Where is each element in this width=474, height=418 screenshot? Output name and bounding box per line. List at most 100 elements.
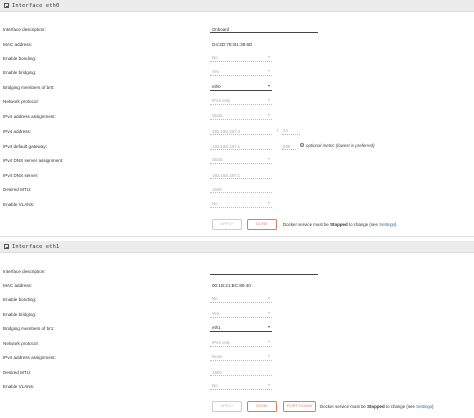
netmask-select[interactable]: 24	[282, 126, 300, 135]
field-label: IPv4 address assignment:	[3, 114, 56, 119]
apply-button[interactable]: APPLY	[212, 219, 242, 230]
field-label: Enable VLANs:	[3, 384, 35, 389]
row-mac-address: MAC address: 00:1B:21:BC:89:40	[0, 280, 474, 294]
row-network-protocol: Network protocol: IPv4 only	[0, 338, 474, 352]
row-desired-mtu: Desired MTU: 1500	[0, 367, 474, 381]
select-value: IPv4 only	[212, 98, 231, 103]
ipv4-address-input[interactable]: 192.168.187.2	[210, 127, 272, 135]
field-label: IPv4 DNS server assignment:	[3, 158, 64, 163]
docker-notice: Docker service must be Stopped to change…	[283, 222, 397, 227]
field-label: Network protocol:	[3, 99, 39, 104]
mac-address-value: 00:1B:21:BC:89:40	[212, 283, 251, 288]
field-label: Desired MTU:	[3, 370, 32, 375]
network-protocol-select[interactable]: IPv4 only	[210, 96, 272, 105]
mtu-input[interactable]: 1500	[210, 185, 272, 193]
row-ipv4-default-gateway: IPv4 default gateway: 192.168.187.1 209 …	[0, 141, 474, 155]
select-value: No	[212, 201, 218, 206]
bridging-members-select[interactable]: eth0	[210, 82, 272, 91]
collapse-toggle-icon[interactable]	[4, 3, 9, 8]
dns-server-input[interactable]: 192.168.187.1	[210, 171, 272, 179]
row-interface-description: Interface description:	[0, 266, 474, 280]
section-title: Interface eth1	[12, 244, 60, 250]
select-value: No	[212, 383, 218, 388]
row-mac-address: MAC address: D4:3D:7E:B1:39:6D	[0, 39, 474, 53]
notice-text: )	[432, 404, 434, 409]
network-protocol-select[interactable]: IPv4 only	[210, 338, 272, 347]
field-label: Interface description:	[3, 27, 46, 32]
field-label: IPv4 address:	[3, 129, 32, 134]
enable-bonding-select[interactable]: No	[210, 53, 272, 62]
field-label: IPv4 DNS server:	[3, 173, 39, 178]
row-ipv4-address-assignment: IPv4 address assignment: None	[0, 352, 474, 366]
field-label: MAC address:	[3, 42, 33, 47]
section-header-eth1[interactable]: Interface eth1	[0, 241, 474, 253]
field-label: Bridging members of br0:	[3, 85, 55, 90]
row-enable-vlans: Enable VLANs: No	[0, 199, 474, 213]
info-icon: i	[300, 143, 304, 147]
select-value: Yes	[212, 311, 220, 316]
settings-link[interactable]: Settings	[379, 222, 395, 227]
done-button[interactable]: DONE	[247, 401, 277, 412]
select-value: No	[212, 296, 218, 301]
row-desired-mtu: Desired MTU: 1500	[0, 184, 474, 198]
chevron-down-icon	[268, 85, 270, 87]
interface-description-input[interactable]	[210, 267, 318, 275]
select-value: 24	[283, 128, 288, 133]
field-label: Enable bonding:	[3, 56, 37, 61]
notice-text: to change (see	[347, 222, 380, 227]
port-down-button[interactable]: PORT DOWN	[283, 401, 316, 412]
section-header-eth0[interactable]: Interface eth0	[0, 0, 474, 12]
field-label: MAC address:	[3, 283, 33, 288]
ipv4-assignment-select[interactable]: None	[210, 352, 272, 361]
mac-address-value: D4:3D:7E:B1:39:6D	[212, 42, 253, 47]
section-divider	[0, 236, 474, 237]
row-network-protocol: Network protocol: IPv4 only	[0, 96, 474, 110]
gateway-input[interactable]: 192.168.187.1	[210, 142, 272, 150]
row-interface-description: Interface description: Onboard	[0, 24, 474, 38]
netmask-separator: /	[277, 128, 279, 133]
chevron-down-icon	[268, 202, 270, 204]
select-value: No	[212, 55, 218, 60]
row-dns-server: IPv4 DNS server: 192.168.187.1	[0, 170, 474, 184]
field-label: Desired MTU:	[3, 187, 32, 192]
dns-assignment-select[interactable]: Static	[210, 155, 272, 164]
row-dns-assignment: IPv4 DNS server assignment: Static	[0, 155, 474, 169]
metric-hint: optional metric (lowest is preferred)	[306, 143, 375, 148]
notice-text: )	[395, 222, 397, 227]
chevron-down-icon	[268, 384, 270, 386]
apply-button[interactable]: APPLY	[212, 401, 242, 412]
row-ipv4-address: IPv4 address: 192.168.187.2 / 24	[0, 126, 474, 140]
enable-bridging-select[interactable]: Yes	[210, 309, 272, 318]
bridging-members-select[interactable]: eth1	[210, 323, 272, 332]
enable-vlans-select[interactable]: No	[210, 199, 272, 208]
mtu-input[interactable]: 1500	[210, 368, 272, 376]
row-bridging-members: Bridging members of br1: eth1	[0, 323, 474, 337]
field-label: Enable bonding:	[3, 297, 37, 302]
field-label: Network protocol:	[3, 341, 39, 346]
row-enable-bonding: Enable bonding: No	[0, 53, 474, 67]
ipv4-assignment-select[interactable]: Static	[210, 111, 272, 120]
field-label: IPv4 address assignment:	[3, 355, 56, 360]
collapse-toggle-icon[interactable]	[4, 244, 9, 249]
field-label: Enable VLANs:	[3, 202, 35, 207]
done-button[interactable]: DONE	[247, 219, 277, 230]
notice-text: to change (see	[384, 404, 417, 409]
enable-bonding-select[interactable]: No	[210, 294, 272, 303]
enable-vlans-select[interactable]: No	[210, 381, 272, 390]
chevron-down-icon	[268, 158, 270, 160]
interface-description-input[interactable]: Onboard	[210, 25, 318, 33]
section-title: Interface eth0	[12, 3, 60, 9]
chevron-down-icon	[268, 297, 270, 299]
settings-link[interactable]: Settings	[416, 404, 432, 409]
gateway-metric-input[interactable]: 209	[282, 142, 296, 150]
row-enable-vlans: Enable VLANs: No	[0, 381, 474, 395]
field-label: Enable bridging:	[3, 70, 37, 75]
notice-emphasis: Stopped	[367, 404, 385, 409]
chevron-down-icon	[268, 341, 270, 343]
enable-bridging-select[interactable]: Yes	[210, 67, 272, 76]
chevron-down-icon	[268, 114, 270, 116]
field-label: Bridging members of br1:	[3, 326, 55, 331]
select-value: IPv4 only	[212, 340, 231, 345]
chevron-down-icon	[268, 70, 270, 72]
chevron-down-icon	[268, 312, 270, 314]
